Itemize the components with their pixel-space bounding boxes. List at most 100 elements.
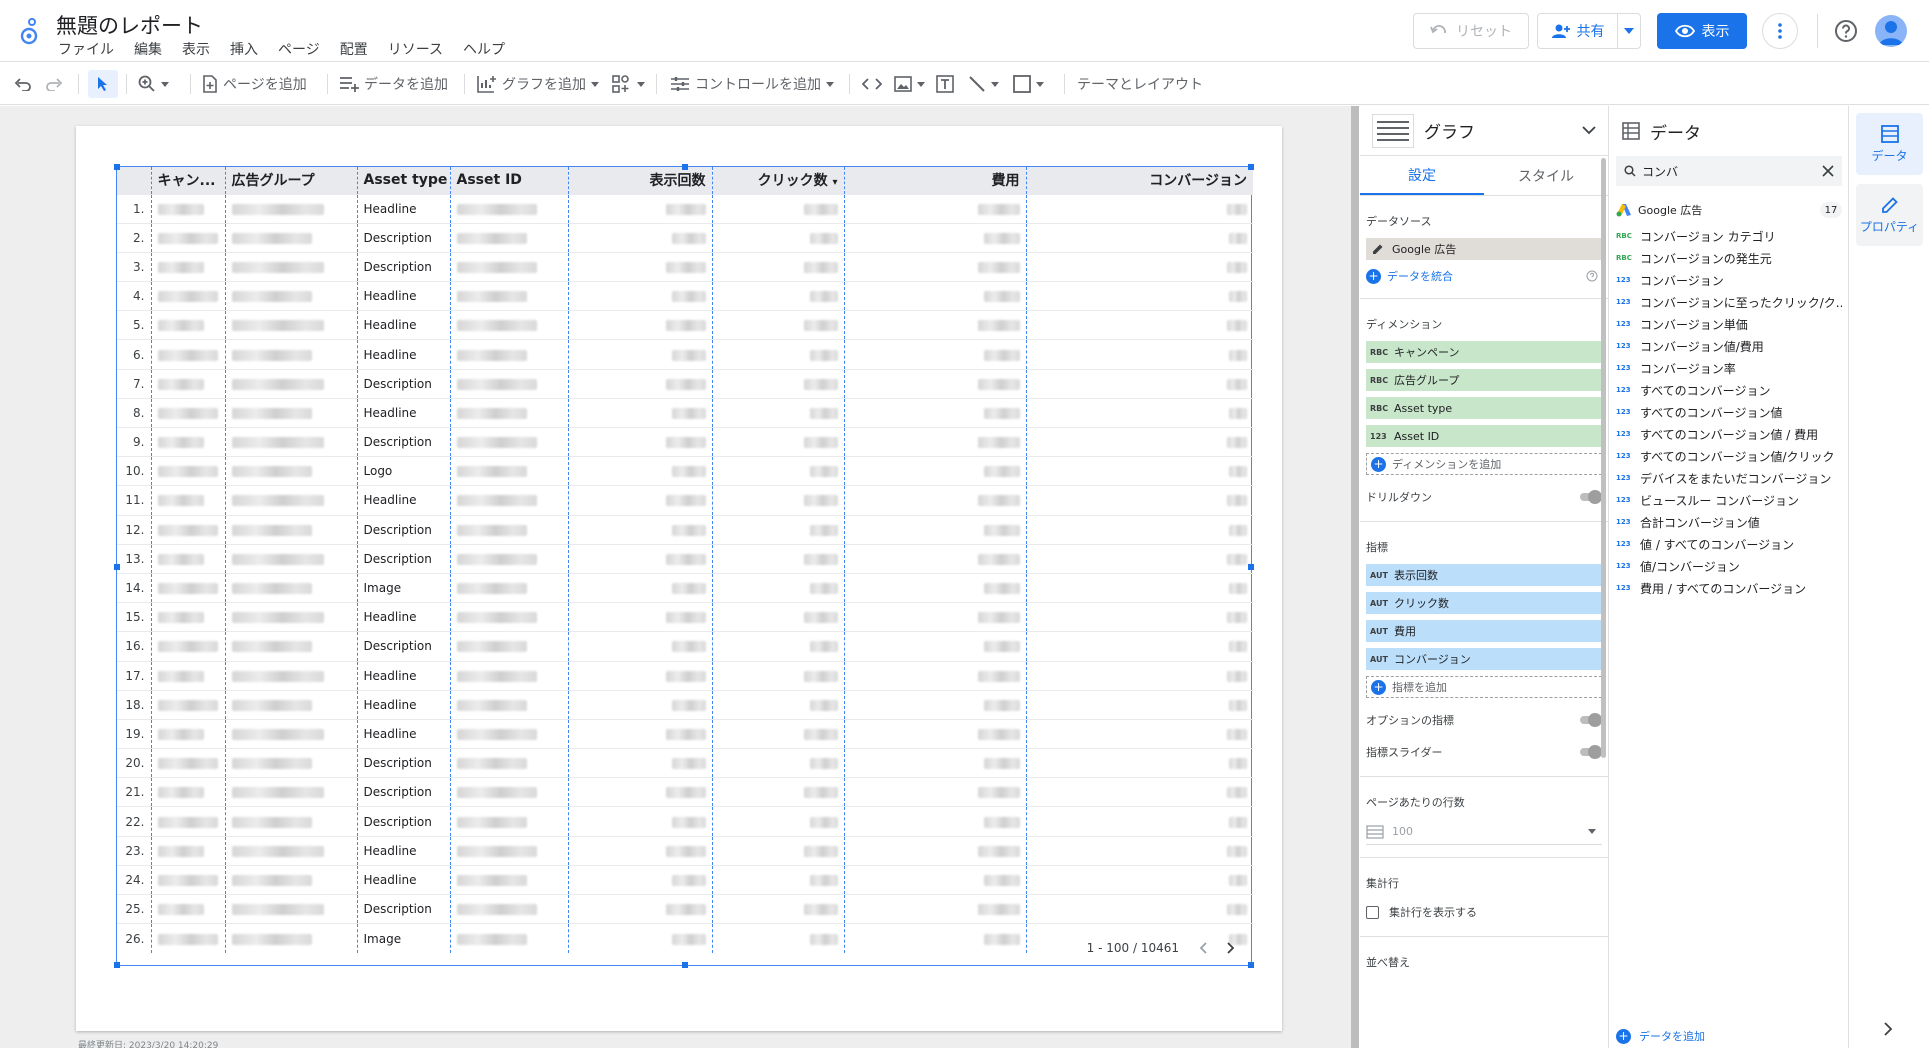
menu-insert[interactable]: 挿入 bbox=[230, 39, 258, 59]
optional-metrics-toggle[interactable] bbox=[1580, 713, 1602, 727]
rail-properties-button[interactable]: プロパティ bbox=[1856, 184, 1923, 246]
rail-data-button[interactable]: データ bbox=[1856, 113, 1923, 175]
show-summary-checkbox[interactable] bbox=[1366, 905, 1379, 919]
add-component-button[interactable] bbox=[612, 63, 645, 105]
menu-arrange[interactable]: 配置 bbox=[340, 39, 368, 59]
menu-resource[interactable]: リソース bbox=[388, 39, 443, 59]
next-page-icon[interactable] bbox=[1227, 942, 1235, 954]
metric-chip-clicks[interactable]: AUT クリック数 bbox=[1366, 592, 1602, 614]
chart-panel-scrollbar[interactable] bbox=[1601, 158, 1606, 758]
metric-chip-conversions[interactable]: AUT コンバージョン bbox=[1366, 648, 1602, 670]
add-metric-button[interactable]: + 指標を追加 bbox=[1366, 676, 1602, 698]
redo-button[interactable] bbox=[45, 63, 63, 105]
field-list-item[interactable]: RBC コンバージョン カテゴリ bbox=[1616, 225, 1842, 247]
zoom-button[interactable] bbox=[138, 63, 169, 105]
embed-code-button[interactable] bbox=[862, 63, 882, 105]
field-list-item[interactable]: 123 値 / すべてのコンバージョン bbox=[1616, 533, 1842, 555]
user-avatar[interactable] bbox=[1875, 15, 1907, 47]
close-icon[interactable] bbox=[1822, 165, 1834, 177]
share-button[interactable]: 共有 bbox=[1537, 13, 1641, 49]
chart-type-selector[interactable]: グラフ bbox=[1360, 106, 1608, 156]
field-list-item[interactable]: RBC コンバージョンの発生元 bbox=[1616, 247, 1842, 269]
header-cost[interactable]: 費用 bbox=[844, 167, 1027, 194]
add-data-button[interactable]: データを追加 bbox=[339, 63, 448, 105]
field-list-item[interactable]: 123 ビュースルー コンバージョン bbox=[1616, 489, 1842, 511]
header-clicks[interactable]: クリック数 ▾ bbox=[712, 167, 845, 194]
field-list-item[interactable]: 123 コンバージョンに至ったクリック/ク... bbox=[1616, 291, 1842, 313]
resize-handle[interactable] bbox=[114, 962, 120, 968]
share-dropdown-icon[interactable] bbox=[1618, 14, 1640, 48]
resize-handle[interactable] bbox=[682, 164, 688, 170]
menu-help[interactable]: ヘルプ bbox=[463, 39, 505, 59]
report-canvas[interactable]: キャン... 広告グループ Asset type Asset ID 表示回数 ク… bbox=[0, 106, 1359, 1048]
dimension-chip-asset-id[interactable]: 123 Asset ID bbox=[1366, 425, 1602, 447]
rows-per-page-select[interactable]: 100 bbox=[1366, 819, 1602, 845]
drilldown-toggle[interactable] bbox=[1580, 490, 1602, 504]
field-list-item[interactable]: 123 すべてのコンバージョン bbox=[1616, 379, 1842, 401]
field-list-item[interactable]: 123 合計コンバージョン値 bbox=[1616, 511, 1842, 533]
looker-studio-logo-icon[interactable] bbox=[20, 14, 46, 46]
field-list-item[interactable]: 123 コンバージョン単価 bbox=[1616, 313, 1842, 335]
add-page-button[interactable]: ページを追加 bbox=[202, 63, 307, 105]
field-list-item[interactable]: 123 すべてのコンバージョン値/クリック bbox=[1616, 445, 1842, 467]
field-list-item[interactable]: 123 すべてのコンバージョン値 / 費用 bbox=[1616, 423, 1842, 445]
metric-chip-cost[interactable]: AUT 費用 bbox=[1366, 620, 1602, 642]
blend-data-link[interactable]: + データを統合 bbox=[1366, 266, 1602, 286]
tab-setup[interactable]: 設定 bbox=[1360, 156, 1484, 195]
resize-handle[interactable] bbox=[114, 164, 120, 170]
select-tool-button[interactable] bbox=[88, 70, 118, 98]
data-source-header[interactable]: Google 広告 17 bbox=[1616, 199, 1842, 221]
text-box-button[interactable] bbox=[936, 63, 954, 105]
canvas-scrollbar[interactable] bbox=[1351, 106, 1359, 1048]
dimension-chip-campaign[interactable]: RBC キャンペーン bbox=[1366, 341, 1602, 363]
image-button[interactable] bbox=[894, 63, 925, 105]
add-control-button[interactable]: コントロールを追加 bbox=[670, 63, 834, 105]
field-list-item[interactable]: 123 コンバージョン bbox=[1616, 269, 1842, 291]
resize-handle[interactable] bbox=[1248, 164, 1254, 170]
header-asset-id[interactable]: Asset ID bbox=[450, 167, 569, 194]
dimension-chip-ad-group[interactable]: RBC 広告グループ bbox=[1366, 369, 1602, 391]
theme-layout-button[interactable]: テーマとレイアウト bbox=[1077, 63, 1203, 105]
dimension-chip-asset-type[interactable]: RBC Asset type bbox=[1366, 397, 1602, 419]
metric-chip-impressions[interactable]: AUT 表示回数 bbox=[1366, 564, 1602, 586]
shape-button[interactable] bbox=[1013, 63, 1044, 105]
field-list-item[interactable]: 123 値/コンバージョン bbox=[1616, 555, 1842, 577]
view-button[interactable]: 表示 bbox=[1657, 13, 1747, 49]
metric-slider-toggle[interactable] bbox=[1580, 745, 1602, 759]
header-impressions[interactable]: 表示回数 bbox=[568, 167, 713, 194]
help-icon[interactable] bbox=[1586, 270, 1598, 282]
pencil-edit-icon[interactable] bbox=[1372, 243, 1384, 255]
menu-view[interactable]: 表示 bbox=[182, 39, 210, 59]
tab-style[interactable]: スタイル bbox=[1484, 156, 1608, 195]
chevron-right-icon[interactable] bbox=[1884, 1022, 1893, 1036]
field-search-box[interactable]: コンバ bbox=[1616, 156, 1842, 186]
more-options-button[interactable] bbox=[1762, 13, 1798, 49]
report-title[interactable]: 無題のレポート bbox=[56, 10, 203, 40]
show-summary-row[interactable]: 集計行を表示する bbox=[1366, 900, 1602, 924]
header-ad-group[interactable]: 広告グループ bbox=[225, 167, 358, 194]
menu-page[interactable]: ページ bbox=[278, 39, 320, 59]
help-icon[interactable] bbox=[1834, 19, 1858, 43]
field-list-item[interactable]: 123 コンバージョン値/費用 bbox=[1616, 335, 1842, 357]
report-page[interactable]: キャン... 広告グループ Asset type Asset ID 表示回数 ク… bbox=[76, 126, 1282, 1031]
undo-button[interactable] bbox=[14, 63, 32, 105]
add-data-link[interactable]: + データを追加 bbox=[1616, 1028, 1705, 1044]
reset-button[interactable]: リセット bbox=[1413, 13, 1529, 49]
field-list-item[interactable]: 123 デバイスをまたいだコンバージョン bbox=[1616, 467, 1842, 489]
menu-file[interactable]: ファイル bbox=[58, 39, 114, 59]
field-list-item[interactable]: 123 すべてのコンバージョン値 bbox=[1616, 401, 1842, 423]
search-input[interactable]: コンバ bbox=[1642, 163, 1678, 180]
resize-handle[interactable] bbox=[1248, 564, 1254, 570]
field-list-item[interactable]: 123 コンバージョン率 bbox=[1616, 357, 1842, 379]
add-chart-button[interactable]: グラフを追加 bbox=[477, 63, 599, 105]
resize-handle[interactable] bbox=[114, 564, 120, 570]
header-campaign[interactable]: キャン... bbox=[151, 167, 226, 194]
table-chart[interactable]: キャン... 広告グループ Asset type Asset ID 表示回数 ク… bbox=[114, 164, 1254, 968]
resize-handle[interactable] bbox=[1248, 962, 1254, 968]
header-conversions[interactable]: コンバージョン bbox=[1026, 167, 1253, 194]
previous-page-icon[interactable] bbox=[1199, 942, 1207, 954]
menu-edit[interactable]: 編集 bbox=[134, 39, 162, 59]
header-asset-type[interactable]: Asset type bbox=[357, 167, 451, 194]
line-button[interactable] bbox=[968, 63, 999, 105]
data-source-chip[interactable]: Google 広告 bbox=[1366, 238, 1602, 260]
